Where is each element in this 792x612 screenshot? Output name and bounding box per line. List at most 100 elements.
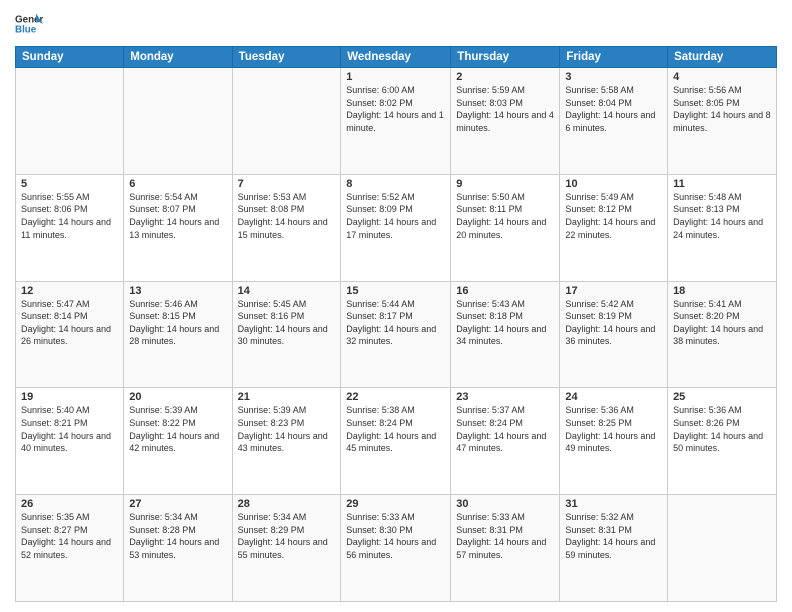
day-cell: 31Sunrise: 5:32 AMSunset: 8:31 PMDayligh… [560, 495, 668, 602]
day-cell: 7Sunrise: 5:53 AMSunset: 8:08 PMDaylight… [232, 174, 341, 281]
day-info: Sunrise: 6:00 AMSunset: 8:02 PMDaylight:… [346, 84, 445, 134]
weekday-tuesday: Tuesday [232, 47, 341, 68]
day-cell: 22Sunrise: 5:38 AMSunset: 8:24 PMDayligh… [341, 388, 451, 495]
day-cell: 6Sunrise: 5:54 AMSunset: 8:07 PMDaylight… [124, 174, 232, 281]
logo: General Blue [15, 10, 43, 38]
day-cell [668, 495, 777, 602]
day-cell: 13Sunrise: 5:46 AMSunset: 8:15 PMDayligh… [124, 281, 232, 388]
day-number: 19 [21, 391, 118, 403]
page-header: General Blue [15, 10, 777, 38]
day-number: 5 [21, 178, 118, 190]
day-number: 4 [673, 71, 771, 83]
day-cell: 23Sunrise: 5:37 AMSunset: 8:24 PMDayligh… [451, 388, 560, 495]
day-cell: 28Sunrise: 5:34 AMSunset: 8:29 PMDayligh… [232, 495, 341, 602]
day-number: 13 [129, 285, 226, 297]
day-cell [124, 68, 232, 175]
weekday-header-row: SundayMondayTuesdayWednesdayThursdayFrid… [16, 47, 777, 68]
svg-text:Blue: Blue [15, 24, 37, 35]
weekday-monday: Monday [124, 47, 232, 68]
day-info: Sunrise: 5:43 AMSunset: 8:18 PMDaylight:… [456, 298, 554, 348]
day-info: Sunrise: 5:33 AMSunset: 8:31 PMDaylight:… [456, 511, 554, 561]
day-number: 17 [565, 285, 662, 297]
day-number: 24 [565, 391, 662, 403]
day-info: Sunrise: 5:44 AMSunset: 8:17 PMDaylight:… [346, 298, 445, 348]
day-info: Sunrise: 5:34 AMSunset: 8:29 PMDaylight:… [238, 511, 336, 561]
day-info: Sunrise: 5:49 AMSunset: 8:12 PMDaylight:… [565, 191, 662, 241]
day-info: Sunrise: 5:32 AMSunset: 8:31 PMDaylight:… [565, 511, 662, 561]
day-cell: 14Sunrise: 5:45 AMSunset: 8:16 PMDayligh… [232, 281, 341, 388]
day-info: Sunrise: 5:37 AMSunset: 8:24 PMDaylight:… [456, 404, 554, 454]
week-row-3: 12Sunrise: 5:47 AMSunset: 8:14 PMDayligh… [16, 281, 777, 388]
day-info: Sunrise: 5:56 AMSunset: 8:05 PMDaylight:… [673, 84, 771, 134]
day-cell: 18Sunrise: 5:41 AMSunset: 8:20 PMDayligh… [668, 281, 777, 388]
day-cell: 19Sunrise: 5:40 AMSunset: 8:21 PMDayligh… [16, 388, 124, 495]
day-info: Sunrise: 5:39 AMSunset: 8:22 PMDaylight:… [129, 404, 226, 454]
day-info: Sunrise: 5:52 AMSunset: 8:09 PMDaylight:… [346, 191, 445, 241]
day-cell: 4Sunrise: 5:56 AMSunset: 8:05 PMDaylight… [668, 68, 777, 175]
day-number: 3 [565, 71, 662, 83]
week-row-4: 19Sunrise: 5:40 AMSunset: 8:21 PMDayligh… [16, 388, 777, 495]
day-info: Sunrise: 5:38 AMSunset: 8:24 PMDaylight:… [346, 404, 445, 454]
day-cell: 3Sunrise: 5:58 AMSunset: 8:04 PMDaylight… [560, 68, 668, 175]
day-number: 15 [346, 285, 445, 297]
day-info: Sunrise: 5:40 AMSunset: 8:21 PMDaylight:… [21, 404, 118, 454]
day-info: Sunrise: 5:59 AMSunset: 8:03 PMDaylight:… [456, 84, 554, 134]
calendar-table: SundayMondayTuesdayWednesdayThursdayFrid… [15, 46, 777, 602]
day-number: 2 [456, 71, 554, 83]
day-info: Sunrise: 5:53 AMSunset: 8:08 PMDaylight:… [238, 191, 336, 241]
day-number: 11 [673, 178, 771, 190]
day-number: 23 [456, 391, 554, 403]
day-info: Sunrise: 5:33 AMSunset: 8:30 PMDaylight:… [346, 511, 445, 561]
day-info: Sunrise: 5:42 AMSunset: 8:19 PMDaylight:… [565, 298, 662, 348]
day-info: Sunrise: 5:35 AMSunset: 8:27 PMDaylight:… [21, 511, 118, 561]
day-cell: 8Sunrise: 5:52 AMSunset: 8:09 PMDaylight… [341, 174, 451, 281]
day-cell: 10Sunrise: 5:49 AMSunset: 8:12 PMDayligh… [560, 174, 668, 281]
day-number: 29 [346, 498, 445, 510]
weekday-saturday: Saturday [668, 47, 777, 68]
day-cell: 26Sunrise: 5:35 AMSunset: 8:27 PMDayligh… [16, 495, 124, 602]
day-cell: 24Sunrise: 5:36 AMSunset: 8:25 PMDayligh… [560, 388, 668, 495]
day-cell: 25Sunrise: 5:36 AMSunset: 8:26 PMDayligh… [668, 388, 777, 495]
day-cell: 20Sunrise: 5:39 AMSunset: 8:22 PMDayligh… [124, 388, 232, 495]
day-cell: 5Sunrise: 5:55 AMSunset: 8:06 PMDaylight… [16, 174, 124, 281]
day-number: 26 [21, 498, 118, 510]
day-info: Sunrise: 5:36 AMSunset: 8:26 PMDaylight:… [673, 404, 771, 454]
weekday-friday: Friday [560, 47, 668, 68]
day-cell: 16Sunrise: 5:43 AMSunset: 8:18 PMDayligh… [451, 281, 560, 388]
logo-icon: General Blue [15, 10, 43, 38]
day-number: 8 [346, 178, 445, 190]
day-number: 12 [21, 285, 118, 297]
day-cell: 15Sunrise: 5:44 AMSunset: 8:17 PMDayligh… [341, 281, 451, 388]
day-number: 16 [456, 285, 554, 297]
weekday-sunday: Sunday [16, 47, 124, 68]
day-info: Sunrise: 5:58 AMSunset: 8:04 PMDaylight:… [565, 84, 662, 134]
day-number: 6 [129, 178, 226, 190]
day-cell [232, 68, 341, 175]
weekday-wednesday: Wednesday [341, 47, 451, 68]
day-cell: 9Sunrise: 5:50 AMSunset: 8:11 PMDaylight… [451, 174, 560, 281]
day-number: 10 [565, 178, 662, 190]
day-number: 7 [238, 178, 336, 190]
day-cell: 2Sunrise: 5:59 AMSunset: 8:03 PMDaylight… [451, 68, 560, 175]
day-info: Sunrise: 5:36 AMSunset: 8:25 PMDaylight:… [565, 404, 662, 454]
day-cell: 21Sunrise: 5:39 AMSunset: 8:23 PMDayligh… [232, 388, 341, 495]
day-number: 31 [565, 498, 662, 510]
day-number: 21 [238, 391, 336, 403]
week-row-2: 5Sunrise: 5:55 AMSunset: 8:06 PMDaylight… [16, 174, 777, 281]
day-cell [16, 68, 124, 175]
day-info: Sunrise: 5:47 AMSunset: 8:14 PMDaylight:… [21, 298, 118, 348]
day-cell: 17Sunrise: 5:42 AMSunset: 8:19 PMDayligh… [560, 281, 668, 388]
day-number: 20 [129, 391, 226, 403]
day-info: Sunrise: 5:34 AMSunset: 8:28 PMDaylight:… [129, 511, 226, 561]
day-info: Sunrise: 5:45 AMSunset: 8:16 PMDaylight:… [238, 298, 336, 348]
weekday-thursday: Thursday [451, 47, 560, 68]
day-cell: 1Sunrise: 6:00 AMSunset: 8:02 PMDaylight… [341, 68, 451, 175]
day-info: Sunrise: 5:39 AMSunset: 8:23 PMDaylight:… [238, 404, 336, 454]
day-info: Sunrise: 5:50 AMSunset: 8:11 PMDaylight:… [456, 191, 554, 241]
day-number: 25 [673, 391, 771, 403]
day-cell: 27Sunrise: 5:34 AMSunset: 8:28 PMDayligh… [124, 495, 232, 602]
day-info: Sunrise: 5:54 AMSunset: 8:07 PMDaylight:… [129, 191, 226, 241]
day-cell: 12Sunrise: 5:47 AMSunset: 8:14 PMDayligh… [16, 281, 124, 388]
day-number: 27 [129, 498, 226, 510]
day-cell: 11Sunrise: 5:48 AMSunset: 8:13 PMDayligh… [668, 174, 777, 281]
